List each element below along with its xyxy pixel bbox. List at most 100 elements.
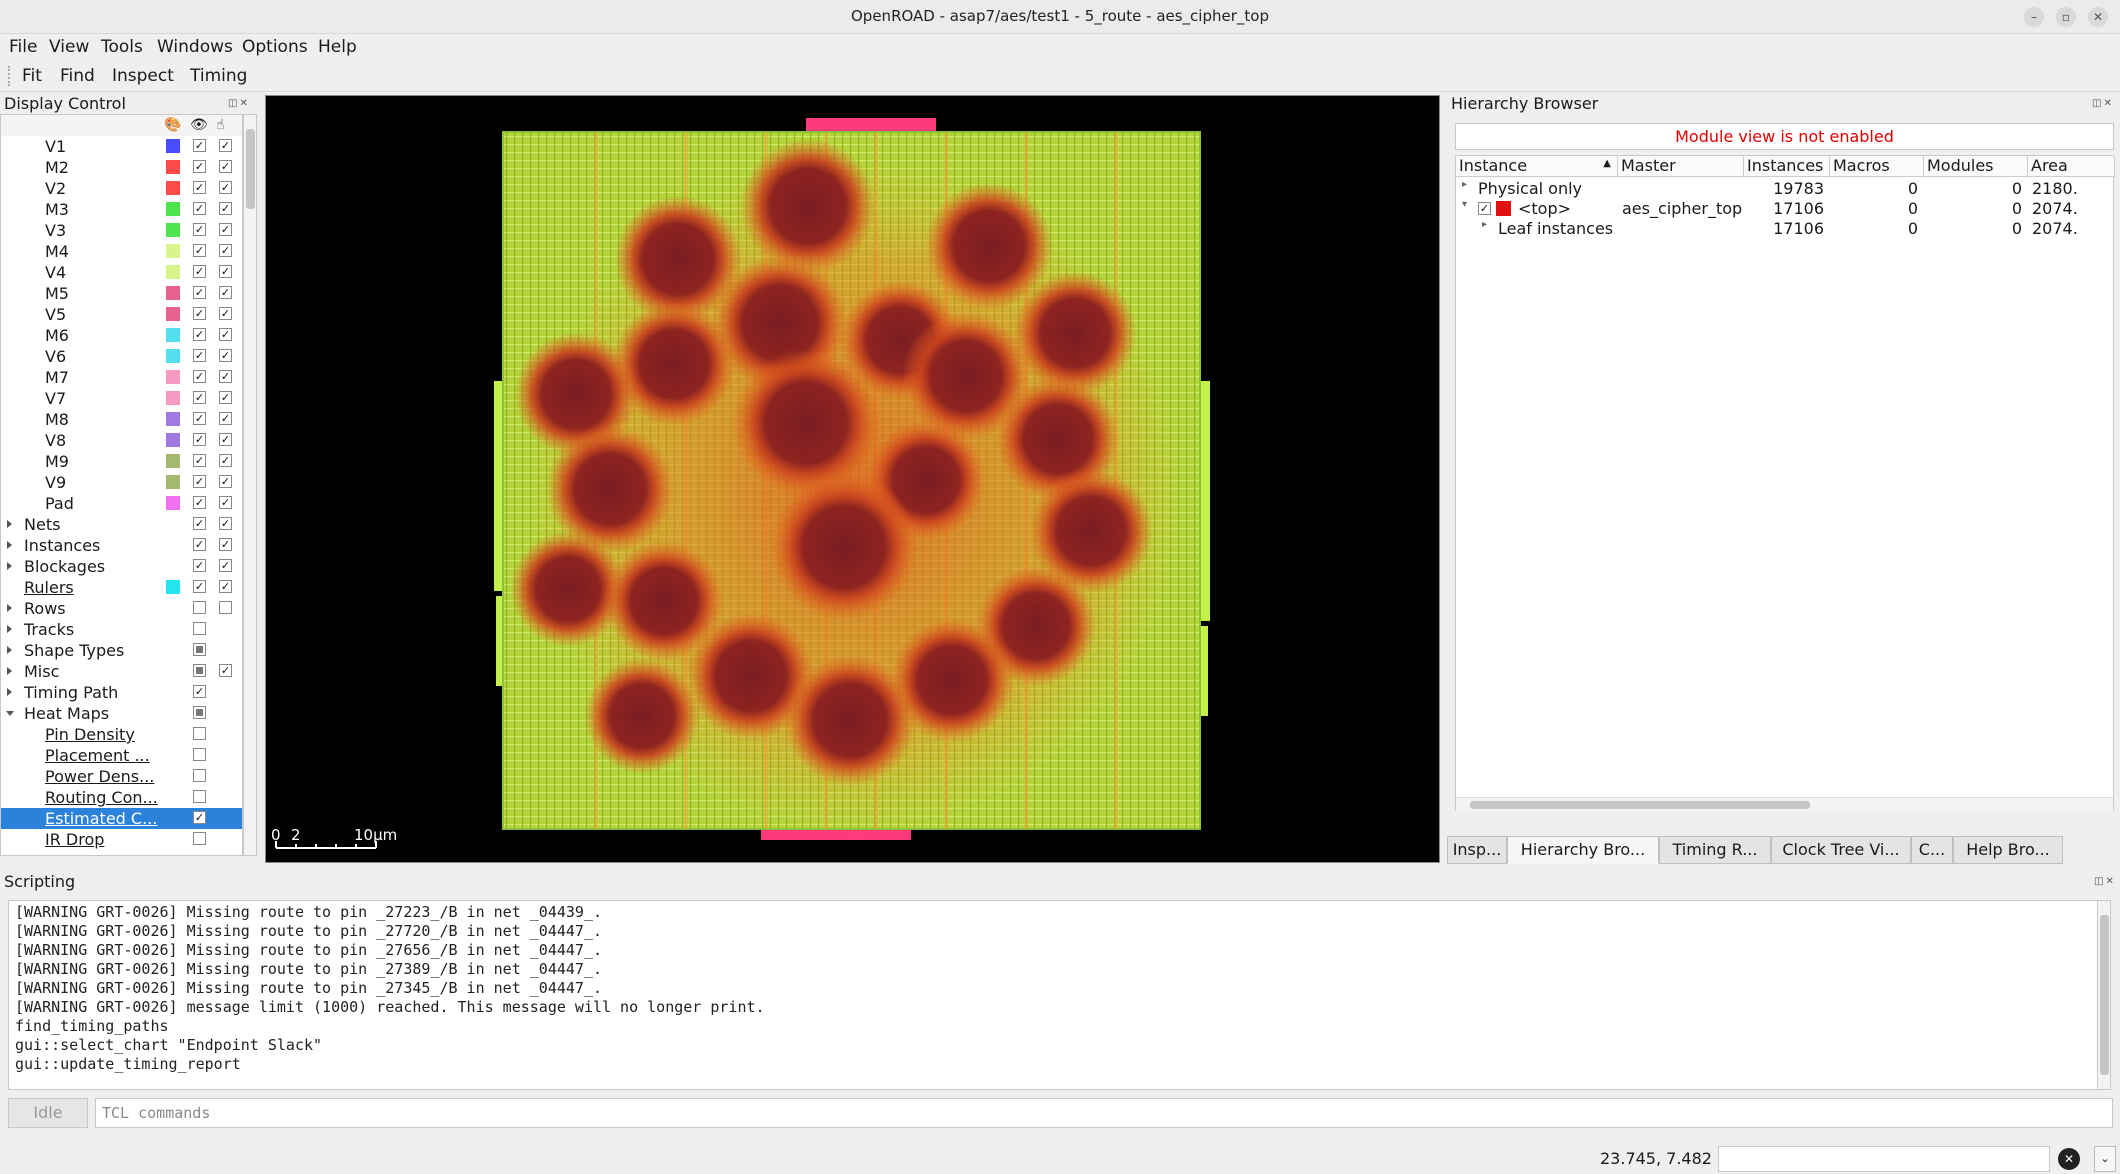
maximize-button[interactable]: ▫ bbox=[2056, 7, 2076, 27]
minimize-button[interactable]: – bbox=[2024, 7, 2044, 27]
layer-color-swatch[interactable] bbox=[166, 370, 180, 384]
col-instances[interactable]: Instances bbox=[1744, 156, 1830, 177]
selectable-checkbox[interactable]: ✓ bbox=[219, 517, 232, 530]
expand-arrow-icon[interactable]: ▸ bbox=[1482, 219, 1487, 230]
layer-row[interactable]: M2 ✓ ✓ bbox=[1, 157, 242, 178]
layer-row[interactable]: M3 ✓ ✓ bbox=[1, 199, 242, 220]
layer-color-swatch[interactable] bbox=[166, 139, 180, 153]
layer-color-swatch[interactable] bbox=[166, 391, 180, 405]
visible-checkbox[interactable]: ✓ bbox=[193, 370, 206, 383]
panel-float-close-icons[interactable]: ◫✕ bbox=[2094, 876, 2116, 887]
find-button[interactable]: Find bbox=[60, 66, 95, 86]
tcl-command-input[interactable]: TCL commands bbox=[95, 1098, 2113, 1128]
layer-row[interactable]: M9 ✓ ✓ bbox=[1, 451, 242, 472]
visible-checkbox[interactable]: ✓ bbox=[193, 328, 206, 341]
heatmap-label[interactable]: Pin Density bbox=[45, 725, 135, 744]
selectable-checkbox[interactable]: ✓ bbox=[219, 286, 232, 299]
expand-arrow-icon[interactable] bbox=[7, 667, 12, 675]
selectable-checkbox[interactable]: ✓ bbox=[219, 412, 232, 425]
expand-arrow-icon[interactable] bbox=[7, 520, 12, 528]
layer-color-swatch[interactable] bbox=[166, 412, 180, 426]
group-color-swatch[interactable] bbox=[166, 580, 180, 594]
selectable-checkbox[interactable]: ✓ bbox=[219, 307, 232, 320]
display-control-tree[interactable]: 🎨 👁 ☝ V1 ✓ ✓ M2 ✓ ✓ V2 ✓ ✓ M3 ✓ ✓ V3 ✓ ✓ M4 ✓ ✓ V4 ✓ ✓ M5 ✓ ✓ V5… bbox=[0, 114, 243, 856]
layer-row[interactable]: V7 ✓ ✓ bbox=[1, 388, 242, 409]
selectable-checkbox[interactable]: ✓ bbox=[219, 580, 232, 593]
layer-color-swatch[interactable] bbox=[166, 475, 180, 489]
layer-color-swatch[interactable] bbox=[166, 265, 180, 279]
selectable-checkbox[interactable]: ✓ bbox=[219, 223, 232, 236]
visible-checkbox[interactable] bbox=[193, 664, 206, 677]
toolbar-grip[interactable] bbox=[8, 66, 11, 86]
expand-arrow-icon[interactable] bbox=[7, 604, 12, 612]
selectable-checkbox[interactable]: ✓ bbox=[219, 433, 232, 446]
selectable-checkbox[interactable]: ✓ bbox=[219, 244, 232, 257]
visible-checkbox[interactable]: ✓ bbox=[193, 412, 206, 425]
layer-row[interactable]: M7 ✓ ✓ bbox=[1, 367, 242, 388]
visible-checkbox[interactable] bbox=[193, 601, 206, 614]
heatmap-row[interactable]: Estimated C... ✓ bbox=[1, 808, 242, 829]
visible-checkbox[interactable]: ✓ bbox=[193, 202, 206, 215]
menu-file[interactable]: File bbox=[9, 37, 37, 57]
tab-hierarchy-browser[interactable]: Hierarchy Bro... bbox=[1507, 836, 1659, 864]
expand-arrow-icon[interactable] bbox=[7, 646, 12, 654]
group-row[interactable]: Rows bbox=[1, 598, 242, 619]
close-button[interactable]: ✕ bbox=[2088, 7, 2108, 27]
selectable-checkbox[interactable]: ✓ bbox=[219, 265, 232, 278]
selectable-checkbox[interactable]: ✓ bbox=[219, 160, 232, 173]
layer-color-swatch[interactable] bbox=[166, 202, 180, 216]
visible-checkbox[interactable]: ✓ bbox=[193, 580, 206, 593]
heatmap-row[interactable]: Routing Con... bbox=[1, 787, 242, 808]
layer-row[interactable]: M6 ✓ ✓ bbox=[1, 325, 242, 346]
visible-checkbox[interactable]: ✓ bbox=[193, 349, 206, 362]
heatmap-checkbox[interactable] bbox=[193, 769, 206, 782]
layer-row[interactable]: M4 ✓ ✓ bbox=[1, 241, 242, 262]
layer-color-swatch[interactable] bbox=[166, 160, 180, 174]
heatmap-checkbox[interactable]: ✓ bbox=[193, 811, 206, 824]
layer-row[interactable]: V5 ✓ ✓ bbox=[1, 304, 242, 325]
visible-checkbox[interactable]: ✓ bbox=[193, 160, 206, 173]
visible-checkbox[interactable]: ✓ bbox=[193, 265, 206, 278]
idle-button[interactable]: Idle bbox=[8, 1098, 88, 1128]
selectable-checkbox[interactable]: ✓ bbox=[219, 370, 232, 383]
layer-row[interactable]: Pad ✓ ✓ bbox=[1, 493, 242, 514]
selectable-checkbox[interactable]: ✓ bbox=[219, 139, 232, 152]
selectable-checkbox[interactable]: ✓ bbox=[219, 328, 232, 341]
log-scrollbar[interactable] bbox=[2097, 900, 2111, 1090]
layer-color-swatch[interactable] bbox=[166, 244, 180, 258]
group-row[interactable]: Blockages ✓ ✓ bbox=[1, 556, 242, 577]
layer-color-swatch[interactable] bbox=[166, 454, 180, 468]
visible-checkbox[interactable]: ✓ bbox=[193, 433, 206, 446]
selectable-checkbox[interactable]: ✓ bbox=[219, 391, 232, 404]
selectable-checkbox[interactable]: ✓ bbox=[219, 664, 232, 677]
hierarchy-hscrollbar[interactable] bbox=[1456, 797, 2113, 811]
fit-button[interactable]: Fit bbox=[22, 66, 42, 86]
col-macros[interactable]: Macros bbox=[1830, 156, 1924, 177]
layout-viewer[interactable]: 0 2 10μm bbox=[265, 95, 1440, 863]
script-log[interactable]: [WARNING GRT-0026] Missing route to pin … bbox=[8, 900, 2098, 1090]
tab-charts[interactable]: C... bbox=[1911, 836, 1953, 864]
layer-color-swatch[interactable] bbox=[166, 496, 180, 510]
heatmap-row[interactable]: IR Drop bbox=[1, 829, 242, 850]
visible-checkbox[interactable]: ✓ bbox=[193, 685, 206, 698]
heatmap-row[interactable]: Pin Density bbox=[1, 724, 242, 745]
heatmap-label[interactable]: IR Drop bbox=[45, 830, 104, 849]
layer-row[interactable]: V2 ✓ ✓ bbox=[1, 178, 242, 199]
layer-row[interactable]: M5 ✓ ✓ bbox=[1, 283, 242, 304]
group-row[interactable]: Misc ✓ bbox=[1, 661, 242, 682]
expand-arrow-icon[interactable] bbox=[7, 562, 12, 570]
menu-options[interactable]: Options bbox=[242, 37, 308, 57]
status-input[interactable] bbox=[1718, 1146, 2050, 1172]
heatmap-label[interactable]: Power Dens... bbox=[45, 767, 154, 786]
layer-row[interactable]: M8 ✓ ✓ bbox=[1, 409, 242, 430]
group-row[interactable]: Heat Maps bbox=[1, 703, 242, 724]
heatmap-label[interactable]: Estimated C... bbox=[45, 809, 157, 828]
group-row[interactable]: Tracks bbox=[1, 619, 242, 640]
heatmap-checkbox[interactable] bbox=[193, 748, 206, 761]
selectable-checkbox[interactable]: ✓ bbox=[219, 202, 232, 215]
heatmap-row[interactable]: Power Dens... bbox=[1, 766, 242, 787]
menu-windows[interactable]: Windows bbox=[157, 37, 233, 57]
expand-arrow-icon[interactable]: ▸ bbox=[1462, 179, 1467, 190]
selectable-checkbox[interactable]: ✓ bbox=[219, 454, 232, 467]
group-row[interactable]: Timing Path ✓ bbox=[1, 682, 242, 703]
